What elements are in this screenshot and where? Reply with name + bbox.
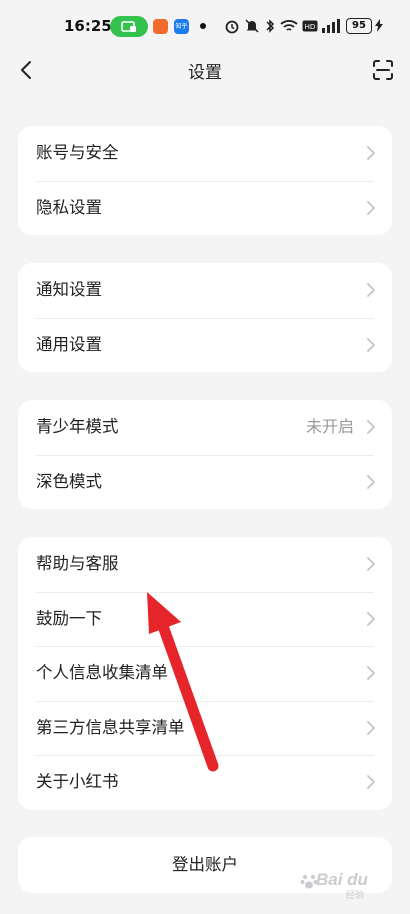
nav-bar: 设置	[0, 50, 410, 90]
wifi-icon	[280, 20, 298, 31]
alarm-icon	[225, 20, 239, 34]
mute-icon	[245, 19, 259, 33]
settings-item-teen-mode[interactable]: 青少年模式 未开启	[18, 400, 392, 455]
chevron-right-icon	[367, 775, 375, 789]
notification-dot-icon	[200, 23, 206, 29]
settings-group-modes: 青少年模式 未开启 深色模式	[18, 400, 392, 509]
settings-group-account: 账号与安全 隐私设置	[18, 126, 392, 235]
settings-item-label: 隐私设置	[36, 197, 102, 217]
chevron-right-icon	[367, 557, 375, 571]
settings-item-label: 青少年模式	[36, 417, 119, 436]
teen-mode-status: 未开启	[305, 417, 354, 436]
settings-item-privacy[interactable]: 隐私设置	[18, 180, 392, 236]
chevron-right-icon	[367, 720, 375, 735]
chevron-right-icon	[367, 474, 375, 489]
settings-item-label: 通知设置	[36, 280, 102, 299]
status-bar: 16:25 知乎 HD 95	[0, 0, 410, 50]
settings-item-about[interactable]: 关于小红书	[18, 755, 392, 810]
watermark-subtext: 经验	[346, 891, 365, 901]
settings-item-encourage[interactable]: 鼓励一下	[18, 591, 392, 647]
scan-icon	[373, 60, 393, 80]
app-notification-icon	[153, 19, 168, 34]
signal-icon	[322, 19, 340, 33]
settings-item-general[interactable]: 通用设置	[18, 317, 392, 373]
svg-text:HD: HD	[305, 23, 316, 31]
status-icons: HD	[224, 17, 344, 35]
chevron-right-icon	[367, 420, 375, 434]
zhihu-icon: 知乎	[174, 19, 189, 34]
page-title: 设置	[188, 63, 222, 83]
settings-item-label: 账号与安全	[36, 143, 119, 162]
hd-icon: HD	[302, 20, 318, 32]
settings-group-general: 通知设置 通用设置	[18, 263, 392, 372]
chevron-right-icon	[367, 283, 375, 297]
baidu-watermark: Bai du 经验	[300, 862, 400, 902]
settings-item-label: 通用设置	[36, 334, 102, 354]
status-time: 16:25	[64, 17, 112, 35]
chevron-right-icon	[367, 337, 375, 352]
settings-item-label: 深色模式	[36, 471, 102, 491]
settings-group-about: 帮助与客服 鼓励一下 个人信息收集清单 第三方信息共享清单 关于小红书	[18, 537, 392, 810]
bluetooth-icon	[266, 19, 275, 33]
battery-icon: 95	[346, 18, 372, 34]
chevron-right-icon	[367, 200, 375, 215]
settings-item-notifications[interactable]: 通知设置	[18, 263, 392, 318]
settings-item-third-party-sharing[interactable]: 第三方信息共享清单	[18, 700, 392, 756]
scan-button[interactable]	[370, 56, 396, 84]
settings-item-label: 帮助与客服	[36, 554, 119, 573]
chevron-right-icon	[367, 611, 375, 626]
charging-icon	[375, 19, 383, 32]
settings-item-label: 关于小红书	[36, 772, 119, 791]
settings-item-dark-mode[interactable]: 深色模式	[18, 454, 392, 510]
settings-item-label: 个人信息收集清单	[36, 663, 168, 682]
settings-item-personal-info-list[interactable]: 个人信息收集清单	[18, 646, 392, 701]
chevron-right-icon	[367, 666, 375, 680]
watermark-text: Bai du	[316, 870, 368, 889]
settings-item-label: 鼓励一下	[36, 608, 102, 628]
chevron-right-icon	[367, 146, 375, 160]
settings-item-account-security[interactable]: 账号与安全	[18, 126, 392, 181]
settings-item-help[interactable]: 帮助与客服	[18, 537, 392, 592]
settings-item-label: 第三方信息共享清单	[36, 717, 185, 737]
screen-cast-icon	[110, 16, 148, 37]
